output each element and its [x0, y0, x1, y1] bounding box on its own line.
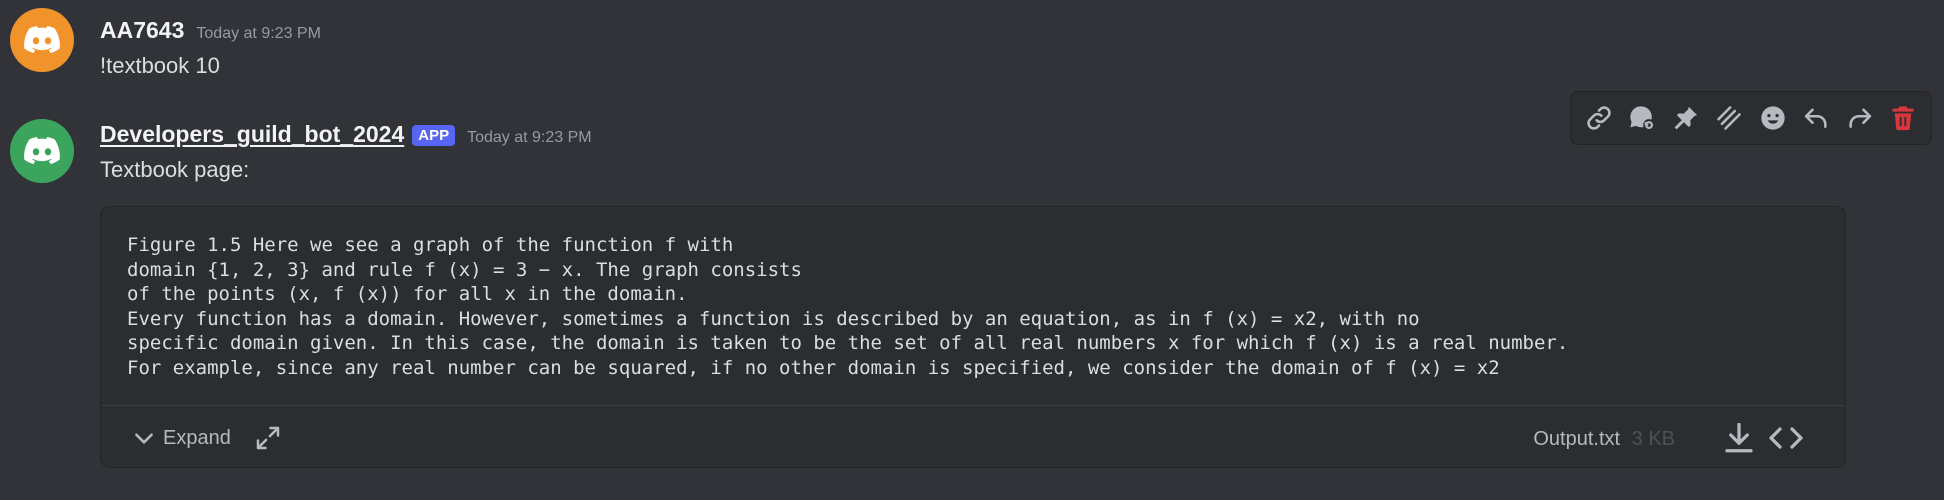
username[interactable]: AA7643: [100, 17, 184, 44]
timestamp: Today at 9:23 PM: [467, 129, 592, 146]
file-meta: Output.txt 3 KB: [1533, 428, 1675, 451]
chevron-down-icon: [135, 433, 153, 444]
file-preview: Figure 1.5 Here we see a graph of the fu…: [127, 233, 1568, 380]
file-line: Every function has a domain. However, so…: [127, 307, 1420, 330]
message-aa7643: AA7643 Today at 9:23 PM !textbook 10: [0, 0, 1944, 85]
file-line: For example, since any real number can b…: [127, 356, 1500, 379]
message-header: Developers_guild_bot_2024 APP Today at 9…: [100, 121, 592, 148]
expand-button[interactable]: Expand: [131, 425, 231, 451]
timestamp: Today at 9:23 PM: [196, 25, 321, 42]
username[interactable]: Developers_guild_bot_2024: [100, 121, 404, 148]
message-text: !textbook 10: [100, 53, 220, 78]
code-icon[interactable]: [1767, 420, 1805, 456]
file-line: specific domain given. In this case, the…: [127, 332, 1569, 354]
app-badge: APP: [412, 125, 456, 146]
discord-logo-icon: [24, 26, 60, 54]
download-icon[interactable]: [1721, 420, 1757, 456]
file-line: domain {1, 2, 3} and rule f (x) = 3 − x.…: [127, 258, 802, 281]
avatar[interactable]: [10, 8, 74, 72]
expand-label: Expand: [163, 426, 231, 449]
avatar[interactable]: [10, 119, 74, 183]
chat-view: AA7643 Today at 9:23 PM !textbook 10 Dev…: [0, 0, 1944, 500]
file-line: Figure 1.5 Here we see a graph of the fu…: [127, 234, 734, 256]
file-size: 3 KB: [1631, 428, 1675, 450]
fullscreen-icon[interactable]: [253, 423, 283, 453]
file-name[interactable]: Output.txt: [1533, 428, 1620, 450]
discord-logo-icon: [24, 137, 60, 165]
message-text: Textbook page:: [100, 157, 250, 182]
message-header: AA7643 Today at 9:23 PM: [100, 17, 321, 44]
file-line: of the points (x, f (x)) for all x in th…: [127, 283, 688, 305]
divider: [101, 405, 1845, 406]
file-attachment: Figure 1.5 Here we see a graph of the fu…: [100, 206, 1846, 468]
